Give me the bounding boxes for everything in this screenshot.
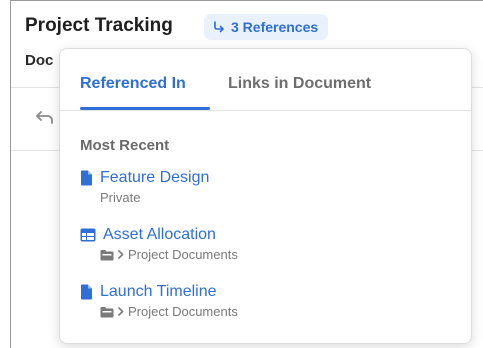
document-window: Project Tracking 3 References Doc Refere… bbox=[10, 0, 483, 348]
chevron-right-icon bbox=[118, 307, 124, 316]
reference-title[interactable]: Launch Timeline bbox=[100, 283, 217, 301]
popover-tabs: Referenced In Links in Document bbox=[60, 49, 471, 111]
table-icon bbox=[80, 228, 96, 242]
folder-icon bbox=[100, 249, 114, 261]
undo-icon[interactable] bbox=[35, 108, 55, 131]
references-button[interactable]: 3 References bbox=[204, 14, 329, 40]
reference-item-asset-allocation[interactable]: Asset Allocation Project Documents bbox=[80, 225, 238, 262]
reference-title[interactable]: Asset Allocation bbox=[103, 226, 216, 244]
section-heading: Most Recent bbox=[80, 137, 170, 154]
reference-title[interactable]: Feature Design bbox=[100, 169, 209, 187]
document-icon bbox=[80, 284, 93, 300]
active-tab-indicator bbox=[80, 107, 210, 110]
reference-arrow-icon bbox=[212, 20, 226, 34]
chevron-right-icon bbox=[118, 250, 124, 259]
references-popover: Referenced In Links in Document Most Rec… bbox=[59, 48, 472, 344]
reference-item-launch-timeline[interactable]: Launch Timeline Project Documents bbox=[80, 282, 238, 319]
page-title: Project Tracking bbox=[25, 15, 173, 36]
reference-location: Project Documents bbox=[128, 304, 238, 319]
folder-icon bbox=[100, 306, 114, 318]
reference-item-feature-design[interactable]: Feature Design Private bbox=[80, 168, 209, 205]
document-icon bbox=[80, 170, 93, 186]
tab-referenced-in[interactable]: Referenced In bbox=[80, 75, 186, 93]
document-subtitle: Doc bbox=[25, 52, 54, 69]
reference-location: Project Documents bbox=[128, 247, 238, 262]
references-count-label: 3 References bbox=[231, 19, 319, 35]
reference-location: Private bbox=[100, 190, 141, 205]
tab-links-in-document[interactable]: Links in Document bbox=[228, 75, 371, 93]
